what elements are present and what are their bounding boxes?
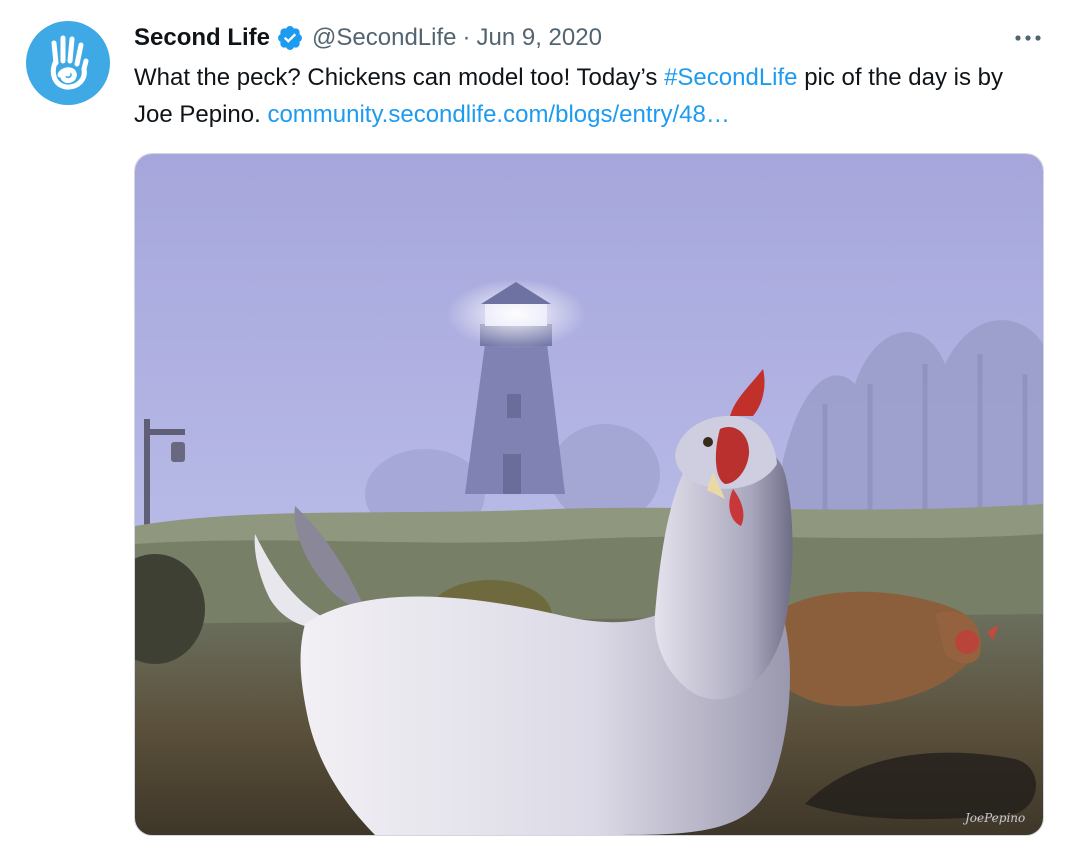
- second-life-hand-icon: [50, 35, 89, 90]
- handle[interactable]: @SecondLife: [312, 24, 456, 52]
- tweet-media-image[interactable]: JoePepino: [134, 153, 1044, 836]
- tweet-text-part1: What the peck? Chickens can model too! T…: [134, 64, 665, 91]
- display-name[interactable]: Second Life: [134, 24, 270, 52]
- photo-signature: JoePepino: [962, 811, 1025, 825]
- avatar[interactable]: [26, 21, 110, 105]
- hashtag-link[interactable]: #SecondLife: [664, 64, 797, 91]
- tweet-header: Second Life @SecondLife · Jun 9, 2020: [134, 20, 602, 56]
- verified-badge-icon: [276, 24, 304, 52]
- more-options-button[interactable]: [1008, 24, 1048, 52]
- chicken-lighthouse-photo: JoePepino: [135, 154, 1043, 835]
- url-link[interactable]: community.secondlife.com/blogs/entry/48…: [267, 101, 729, 128]
- tweet-text: What the peck? Chickens can model too! T…: [134, 59, 1034, 133]
- separator: ·: [462, 24, 471, 51]
- tweet[interactable]: Second Life @SecondLife · Jun 9, 2020 Wh…: [0, 0, 1074, 852]
- timestamp[interactable]: Jun 9, 2020: [477, 24, 602, 52]
- more-options-icon: [1015, 35, 1041, 41]
